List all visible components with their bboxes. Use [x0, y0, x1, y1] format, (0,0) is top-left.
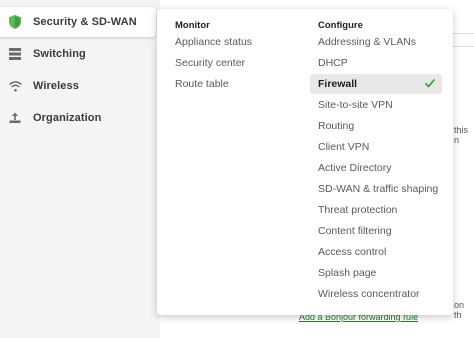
bg-text-fragment: this n [454, 125, 469, 145]
menu-item-firewall[interactable]: Firewall [310, 74, 442, 94]
sidebar-item-organization[interactable]: Organization [0, 103, 156, 133]
sidebar-item-label: Wireless [33, 80, 79, 92]
bg-text-fragment: on th [454, 300, 465, 320]
sidebar-item-label: Switching [33, 48, 86, 60]
security-sdwan-menu: Monitor Appliance status Security center… [157, 9, 453, 315]
bg-divider-mid [452, 46, 474, 47]
menu-item-access-control[interactable]: Access control [318, 242, 386, 262]
menu-item-routing[interactable]: Routing [318, 116, 354, 136]
shield-icon [8, 15, 22, 29]
menu-item-label: Firewall [318, 78, 358, 90]
bg-divider-top [452, 33, 474, 34]
menu-item-active-directory[interactable]: Active Directory [318, 158, 392, 178]
menu-item-site-to-site-vpn[interactable]: Site-to-site VPN [318, 95, 393, 115]
organization-icon [8, 111, 22, 125]
sidebar-item-switching[interactable]: Switching [0, 39, 156, 69]
wifi-icon [8, 79, 22, 93]
sidebar-item-wireless[interactable]: Wireless [0, 71, 156, 101]
sidebar: Security & SD-WAN Switching Wireless Org… [0, 0, 160, 338]
monitor-heading: Monitor [175, 20, 210, 31]
menu-item-security-center[interactable]: Security center [175, 53, 245, 73]
menu-item-appliance-status[interactable]: Appliance status [175, 32, 252, 52]
menu-item-sdwan-traffic-shaping[interactable]: SD-WAN & traffic shaping [318, 179, 438, 199]
configure-heading: Configure [318, 20, 363, 31]
menu-item-dhcp[interactable]: DHCP [318, 53, 348, 73]
checkmark-icon [424, 78, 436, 88]
sidebar-item-label: Security & SD-WAN [33, 16, 137, 28]
menu-item-client-vpn[interactable]: Client VPN [318, 137, 369, 157]
sidebar-item-security-sdwan[interactable]: Security & SD-WAN [0, 7, 156, 37]
menu-item-threat-protection[interactable]: Threat protection [318, 200, 397, 220]
menu-item-addressing-vlans[interactable]: Addressing & VLANs [318, 32, 416, 52]
menu-item-wireless-concentrator[interactable]: Wireless concentrator [318, 284, 420, 304]
menu-item-content-filtering[interactable]: Content filtering [318, 221, 392, 241]
menu-item-route-table[interactable]: Route table [175, 74, 229, 94]
sidebar-item-label: Organization [33, 112, 102, 124]
switch-icon [8, 47, 22, 61]
menu-item-splash-page[interactable]: Splash page [318, 263, 376, 283]
